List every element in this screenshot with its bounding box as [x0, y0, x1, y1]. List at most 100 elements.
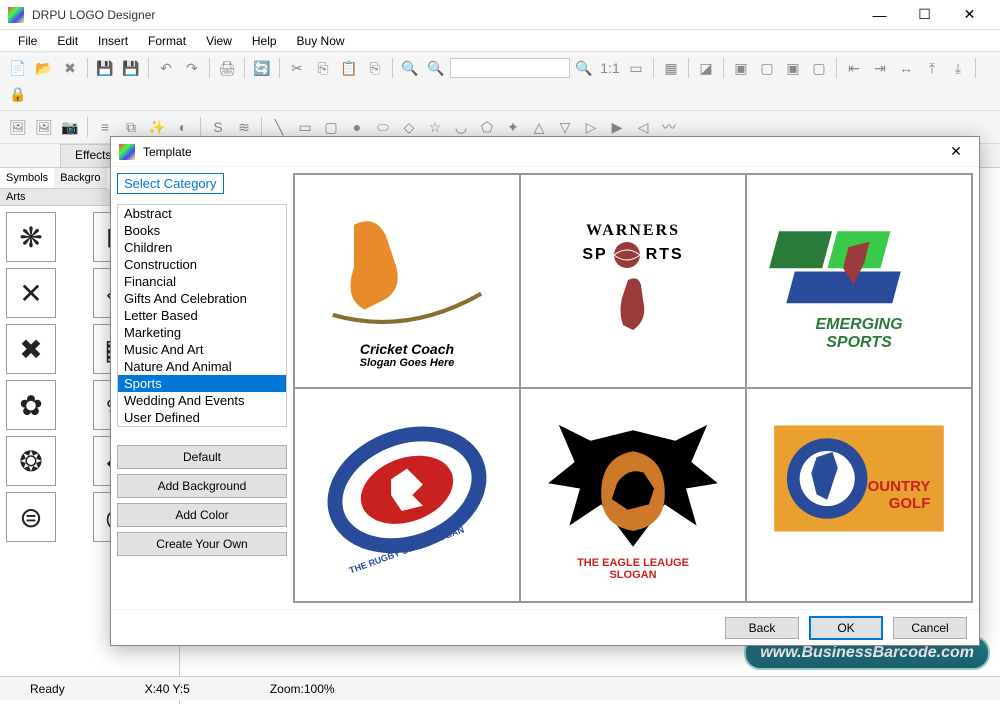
create-your-own-button[interactable]: Create Your Own — [117, 532, 287, 556]
template-item[interactable]: Cricket Coach Slogan Goes Here — [294, 174, 520, 388]
refresh-icon[interactable]: 🔄 — [250, 56, 274, 80]
align-bottom-icon[interactable]: ⤓ — [946, 56, 970, 80]
category-item[interactable]: Nature And Animal — [118, 358, 286, 375]
zoom-combo[interactable] — [450, 58, 570, 78]
titlebar: DRPU LOGO Designer — ☐ ✕ — [0, 0, 1000, 30]
zoom-page-icon[interactable]: ▭ — [624, 56, 648, 80]
zoom-fit-icon[interactable]: 🔍 — [572, 56, 596, 80]
tab-label: Effects — [75, 148, 111, 162]
symbol-item[interactable]: ❂ — [6, 436, 56, 486]
undo-icon[interactable]: ↶ — [154, 56, 178, 80]
symbol-item[interactable]: ✕ — [6, 268, 56, 318]
toolbar-separator — [723, 58, 724, 78]
dialog-close-button[interactable]: ✕ — [941, 143, 971, 160]
template-text: OUNTRY — [868, 478, 931, 495]
select-category-label: Select Category — [117, 173, 224, 194]
template-dialog: Template ✕ Select Category AbstractBooks… — [110, 136, 980, 646]
category-item[interactable]: Sports — [118, 375, 286, 392]
paste-icon[interactable]: 📋 — [337, 56, 361, 80]
template-grid: Cricket Coach Slogan Goes Here WARNERS S… — [293, 173, 973, 603]
status-ready: Ready — [30, 682, 65, 696]
category-item[interactable]: Construction — [118, 256, 286, 273]
toolbar-separator — [279, 58, 280, 78]
cancel-button[interactable]: Cancel — [893, 617, 967, 639]
template-text: GOLF — [868, 495, 931, 512]
menu-edit[interactable]: Edit — [47, 32, 88, 50]
symbol-item[interactable]: ✖ — [6, 324, 56, 374]
send-back-icon[interactable]: ▢ — [755, 56, 779, 80]
maximize-button[interactable]: ☐ — [902, 0, 947, 30]
close-button[interactable]: ✕ — [947, 0, 992, 30]
template-item[interactable]: EMERGING SPORTS — [746, 174, 972, 388]
bring-front-icon[interactable]: ▣ — [729, 56, 753, 80]
template-text: Cricket Coach — [360, 341, 455, 357]
category-panel: Select Category AbstractBooksChildrenCon… — [117, 173, 287, 603]
category-item[interactable]: Children — [118, 239, 286, 256]
zoom-in-icon[interactable]: 🔍 — [424, 56, 448, 80]
app-icon — [119, 144, 135, 160]
send-backward-icon[interactable]: ▢ — [807, 56, 831, 80]
add-background-button[interactable]: Add Background — [117, 474, 287, 498]
menu-insert[interactable]: Insert — [88, 32, 138, 50]
duplicate-icon[interactable]: ⎘ — [363, 56, 387, 80]
template-item[interactable]: WARNERS SP RTS — [520, 174, 746, 388]
menu-help[interactable]: Help — [242, 32, 287, 50]
new-icon[interactable]: 📄 — [6, 56, 30, 80]
category-item[interactable]: User Defined — [118, 409, 286, 426]
cut-icon[interactable]: ✂ — [285, 56, 309, 80]
category-item[interactable]: Books — [118, 222, 286, 239]
bring-forward-icon[interactable]: ▣ — [781, 56, 805, 80]
category-item[interactable]: Financial — [118, 273, 286, 290]
toolbar-separator — [688, 58, 689, 78]
camera-icon[interactable]: 📷 — [58, 115, 82, 139]
ok-button[interactable]: OK — [809, 616, 883, 640]
category-item[interactable]: Marketing — [118, 324, 286, 341]
close-doc-icon[interactable]: ✖ — [58, 56, 82, 80]
add-color-button[interactable]: Add Color — [117, 503, 287, 527]
redo-icon[interactable]: ↷ — [180, 56, 204, 80]
zoom-actual-icon[interactable]: 1:1 — [598, 56, 622, 80]
menu-view[interactable]: View — [196, 32, 242, 50]
side-tab-background[interactable]: Backgro — [54, 168, 106, 189]
toolbar-separator — [836, 58, 837, 78]
category-list[interactable]: AbstractBooksChildrenConstructionFinanci… — [117, 204, 287, 427]
align-top-icon[interactable]: ⤒ — [920, 56, 944, 80]
back-button[interactable]: Back — [725, 617, 799, 639]
save-as-icon[interactable]: 💾 — [119, 56, 143, 80]
template-item[interactable]: THE RUGBY CLUB SLOGAN — [294, 388, 520, 602]
align-right-icon[interactable]: ⇥ — [868, 56, 892, 80]
category-item[interactable]: Gifts And Celebration — [118, 290, 286, 307]
template-item[interactable]: THE EAGLE LEAUGE SLOGAN — [520, 388, 746, 602]
symbol-item[interactable]: ❋ — [6, 212, 56, 262]
template-item[interactable]: OUNTRY GOLF — [746, 388, 972, 602]
align-tool-icon[interactable]: ◪ — [694, 56, 718, 80]
zoom-out-icon[interactable]: 🔍 — [398, 56, 422, 80]
minimize-button[interactable]: — — [857, 0, 902, 30]
align-center-icon[interactable]: ↔ — [894, 56, 918, 80]
symbol-item[interactable]: ⊜ — [6, 492, 56, 542]
default-button[interactable]: Default — [117, 445, 287, 469]
print-icon[interactable]: 🖨 — [215, 56, 239, 80]
category-item[interactable]: Wedding And Events — [118, 392, 286, 409]
copy-icon[interactable]: ⎘ — [311, 56, 335, 80]
menubar: File Edit Insert Format View Help Buy No… — [0, 30, 1000, 52]
symbol-item[interactable]: ✿ — [6, 380, 56, 430]
menu-buy-now[interactable]: Buy Now — [287, 32, 355, 50]
lock-icon[interactable]: 🔒 — [6, 82, 30, 106]
image-tool-icon[interactable]: 🖼 — [6, 115, 30, 139]
menu-format[interactable]: Format — [138, 32, 196, 50]
menu-file[interactable]: File — [8, 32, 47, 50]
save-icon[interactable]: 💾 — [93, 56, 117, 80]
template-text: SPORTS — [815, 334, 902, 352]
open-icon[interactable]: 📂 — [32, 56, 56, 80]
side-tab-symbols[interactable]: Symbols — [0, 168, 54, 189]
clipart-icon[interactable]: 🖼 — [32, 115, 56, 139]
category-item[interactable]: Music And Art — [118, 341, 286, 358]
template-slogan: Slogan Goes Here — [360, 357, 455, 369]
toolbar-separator — [244, 58, 245, 78]
app-icon — [8, 7, 24, 23]
align-left-icon[interactable]: ⇤ — [842, 56, 866, 80]
grid-icon[interactable]: ▦ — [659, 56, 683, 80]
category-item[interactable]: Letter Based — [118, 307, 286, 324]
category-item[interactable]: Abstract — [118, 205, 286, 222]
